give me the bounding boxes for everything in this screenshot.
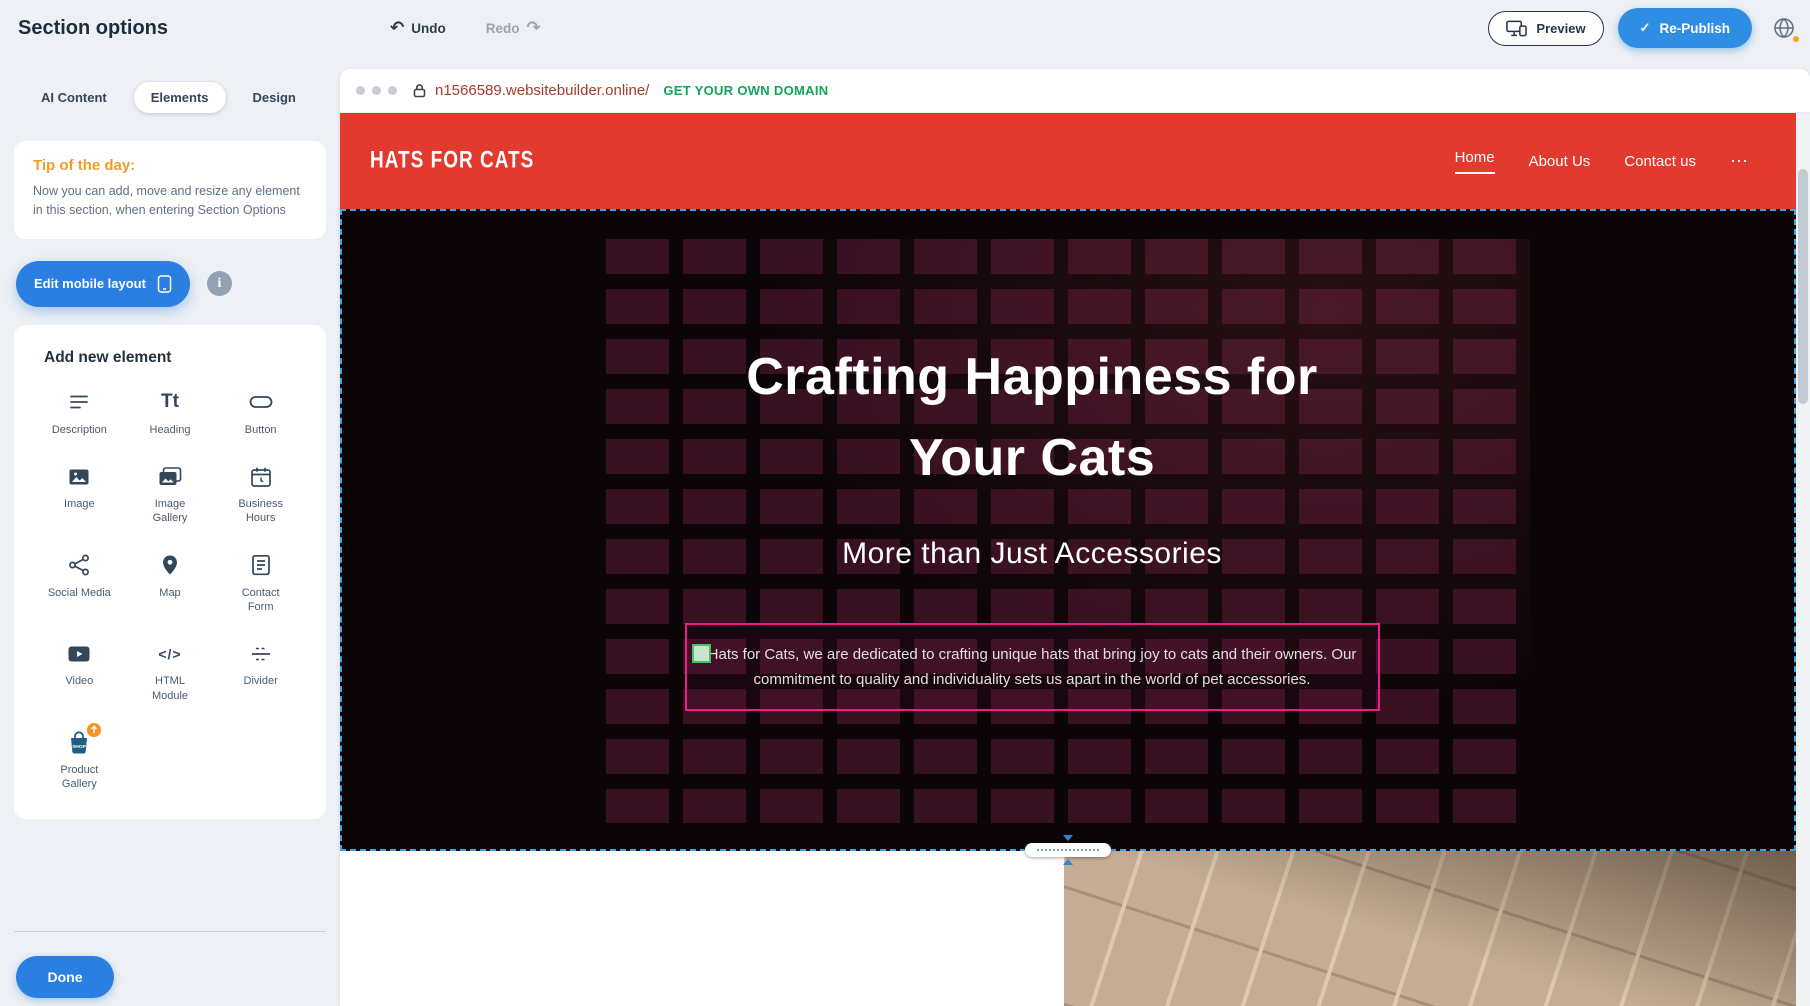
scrollbar-thumb[interactable] (1798, 169, 1808, 404)
next-section[interactable] (340, 851, 1796, 1006)
element-video[interactable]: Video (34, 640, 125, 703)
add-element-panel: Add new element Description Tt Heading (14, 325, 326, 820)
arrow-down-icon (1063, 835, 1073, 841)
arrow-up-icon (1063, 859, 1073, 865)
description-icon (67, 389, 91, 416)
element-business-hours[interactable]: Business Hours (215, 463, 306, 526)
image-gallery-icon (157, 463, 183, 490)
window-dot (388, 86, 397, 95)
browser-window: n1566589.websitebuilder.online/ GET YOUR… (340, 69, 1810, 1006)
devices-icon (1506, 20, 1527, 37)
tab-design[interactable]: Design (236, 82, 313, 113)
site-preview: HATS FOR CATS Home About Us Contact us ⋯… (340, 113, 1796, 1006)
hero-body-text: Hats for Cats, we are dedicated to craft… (697, 642, 1368, 693)
add-element-title: Add new element (44, 349, 306, 367)
site-nav: Home About Us Contact us ⋯ (1455, 149, 1748, 174)
get-domain-link[interactable]: GET YOUR OWN DOMAIN (663, 83, 828, 98)
element-image-gallery[interactable]: Image Gallery (125, 463, 216, 526)
nav-contact-us[interactable]: Contact us (1624, 153, 1696, 170)
window-dot (356, 86, 365, 95)
nav-more-icon[interactable]: ⋯ (1730, 152, 1748, 170)
new-feature-badge (87, 723, 101, 737)
undo-icon: ↶ (390, 20, 404, 37)
social-media-icon (67, 552, 91, 579)
edit-mobile-layout-button[interactable]: Edit mobile layout (16, 261, 190, 307)
element-social-media[interactable]: Social Media (34, 552, 125, 615)
hero-subheading[interactable]: More than Just Accessories (842, 537, 1222, 571)
heading-icon: Tt (161, 389, 179, 416)
element-heading[interactable]: Tt Heading (125, 389, 216, 437)
nav-about-us[interactable]: About Us (1529, 153, 1591, 170)
tiled-floor-photo (1064, 851, 1796, 1006)
hero-section-selected[interactable]: Crafting Happiness for Your Cats More th… (340, 209, 1796, 851)
shop-bag-icon: SHOP (65, 729, 93, 756)
undo-button[interactable]: ↶ Undo (384, 19, 452, 38)
html-code-icon: </> (158, 640, 181, 667)
element-html-module[interactable]: </> HTML Module (125, 640, 216, 703)
sidebar-tabs: AI Content Elements Design (24, 82, 316, 113)
site-logo[interactable]: HATS FOR CATS (370, 147, 534, 175)
editor-topbar: Section options ↶ Undo Redo ↷ Preview ✓ … (0, 0, 1810, 56)
map-pin-icon (158, 552, 182, 579)
phone-icon (157, 275, 172, 293)
element-map[interactable]: Map (125, 552, 216, 615)
preview-button[interactable]: Preview (1488, 11, 1603, 46)
element-image[interactable]: Image (34, 463, 125, 526)
notification-dot (1792, 35, 1800, 43)
section-resize-handle[interactable] (1025, 835, 1111, 865)
info-icon[interactable]: i (207, 271, 232, 296)
done-button[interactable]: Done (16, 956, 114, 998)
dotted-line (1037, 849, 1099, 851)
video-icon (66, 640, 92, 667)
language-globe-button[interactable] (1766, 10, 1802, 46)
element-contact-form[interactable]: Contact Form (215, 552, 306, 615)
redo-icon: ↷ (527, 20, 541, 37)
image-icon (67, 463, 91, 490)
page-title: Section options (18, 17, 350, 40)
svg-text:SHOP: SHOP (73, 744, 87, 750)
site-header: HATS FOR CATS Home About Us Contact us ⋯ (340, 113, 1796, 209)
business-hours-icon (249, 463, 273, 490)
sidebar-divider (14, 931, 326, 932)
selected-text-element[interactable]: Hats for Cats, we are dedicated to craft… (685, 623, 1380, 711)
address-url: n1566589.websitebuilder.online/ (435, 82, 649, 99)
republish-button[interactable]: ✓ Re-Publish (1618, 8, 1752, 48)
element-divider[interactable]: Divider (215, 640, 306, 703)
check-icon: ✓ (1640, 20, 1651, 36)
window-dot (372, 86, 381, 95)
contact-form-icon (249, 552, 273, 579)
divider-icon (249, 640, 273, 667)
redo-button[interactable]: Redo ↷ (480, 19, 547, 38)
element-button[interactable]: Button (215, 389, 306, 437)
section-options-sidebar: AI Content Elements Design Tip of the da… (0, 56, 340, 1006)
tip-of-the-day-card: Tip of the day: Now you can add, move an… (14, 141, 326, 239)
element-description[interactable]: Description (34, 389, 125, 437)
tip-body: Now you can add, move and resize any ele… (33, 182, 307, 221)
preview-scrollbar (1796, 113, 1810, 1006)
tab-elements[interactable]: Elements (134, 82, 226, 113)
tip-title: Tip of the day: (33, 157, 307, 174)
editor-canvas: n1566589.websitebuilder.online/ GET YOUR… (340, 56, 1810, 1006)
element-resize-handle[interactable] (692, 644, 711, 663)
button-icon (248, 389, 274, 416)
nav-home[interactable]: Home (1455, 149, 1495, 174)
lock-icon (413, 83, 426, 98)
tab-ai-content[interactable]: AI Content (24, 82, 124, 113)
browser-chrome: n1566589.websitebuilder.online/ GET YOUR… (340, 69, 1810, 113)
hero-heading[interactable]: Crafting Happiness for Your Cats (707, 337, 1357, 499)
element-product-gallery[interactable]: SHOP Product Gallery (34, 729, 125, 792)
next-section-blank (340, 851, 1064, 1006)
window-controls (356, 86, 397, 95)
